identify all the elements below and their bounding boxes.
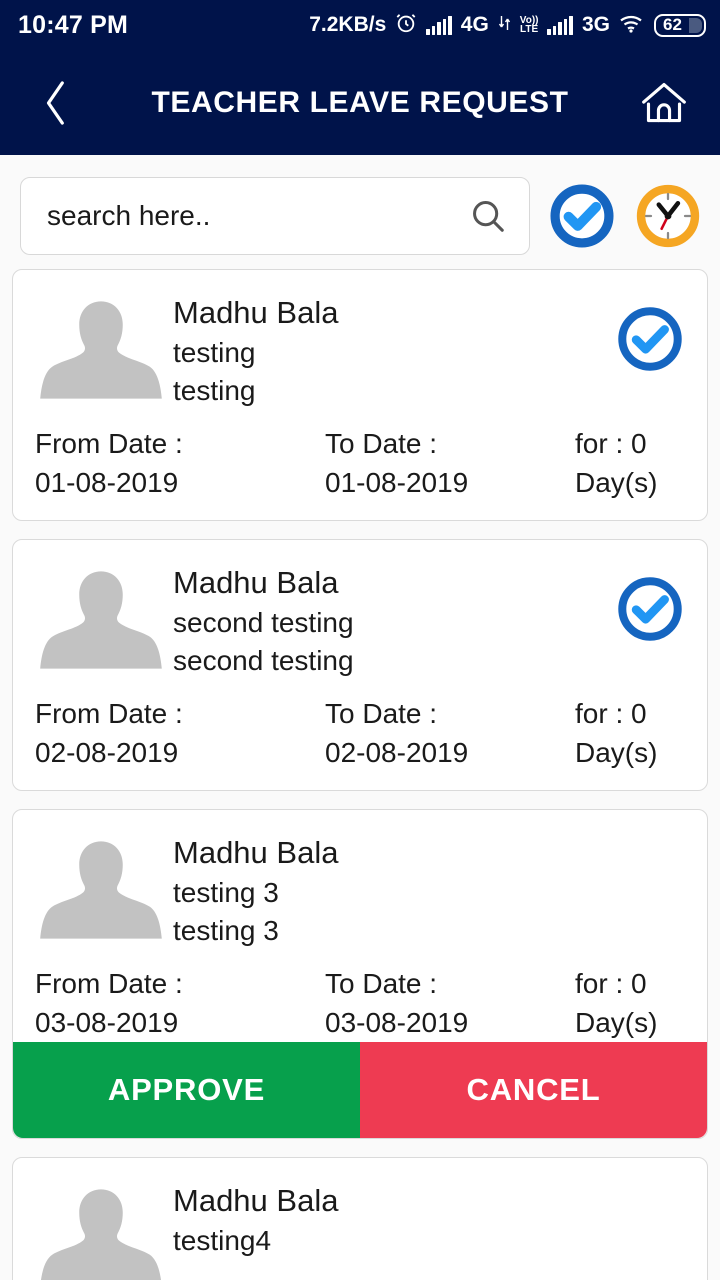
to-date-value: 03-08-2019 — [325, 1007, 469, 1038]
battery-fill — [689, 17, 702, 33]
to-date-label: To Date : — [325, 698, 438, 729]
back-button[interactable] — [26, 73, 86, 133]
duration-block: for : 0 Day(s) — [575, 424, 685, 502]
search-row — [0, 155, 720, 269]
card-dates: From Date : 02-08-2019 To Date : 02-08-2… — [35, 684, 685, 772]
app-bar: TEACHER LEAVE REQUEST — [0, 50, 720, 155]
request-reason: second testing — [173, 607, 354, 638]
duration-value: for : 0 — [575, 968, 647, 999]
approve-button[interactable]: APPROVE — [13, 1042, 360, 1138]
sim1-signal-bars-icon — [426, 15, 452, 35]
to-date-value: 02-08-2019 — [325, 737, 469, 768]
sim2-network-label: 3G — [581, 13, 610, 36]
card-info: Madhu Bala testing 3 testing 3 — [167, 820, 615, 950]
request-detail: testing — [173, 375, 256, 406]
page-title: TEACHER LEAVE REQUEST — [151, 85, 569, 119]
pending-filter-button[interactable] — [634, 182, 702, 250]
request-reason: testing4 — [173, 1225, 272, 1256]
from-date-value: 01-08-2019 — [35, 467, 179, 498]
to-date-label: To Date : — [325, 428, 438, 459]
home-button[interactable] — [634, 73, 694, 133]
request-name: Madhu Bala — [173, 295, 339, 330]
leave-request-card-2[interactable]: Madhu Bala second testing second testing… — [12, 539, 708, 791]
clock-center-dot — [664, 212, 672, 220]
volte-bottom-text: LTE — [520, 24, 539, 35]
request-detail: second testing — [173, 645, 354, 676]
from-date-block: From Date : 03-08-2019 — [35, 964, 325, 1042]
from-date-block: From Date : 01-08-2019 — [35, 424, 325, 502]
to-date-block: To Date : 03-08-2019 — [325, 964, 575, 1042]
person-placeholder-icon — [40, 841, 162, 939]
leave-request-card-3[interactable]: Madhu Bala testing 3 testing 3 From Date… — [12, 809, 708, 1139]
from-date-label: From Date : — [35, 428, 183, 459]
duration-unit: Day(s) — [575, 467, 658, 498]
from-date-value: 02-08-2019 — [35, 737, 179, 768]
request-name: Madhu Bala — [173, 1183, 339, 1218]
search-icon[interactable] — [469, 197, 507, 235]
duration-block: for : 0 Day(s) — [575, 964, 685, 1042]
duration-value: for : 0 — [575, 428, 647, 459]
request-reason: testing — [173, 337, 256, 368]
wifi-icon — [619, 13, 645, 38]
card-status-approved-icon[interactable] — [615, 304, 685, 374]
duration-value: for : 0 — [575, 698, 647, 729]
search-input[interactable] — [47, 200, 469, 232]
card-header: Madhu Bala testing 3 testing 3 — [35, 820, 685, 954]
card-dates: From Date : 03-08-2019 To Date : 03-08-2… — [35, 954, 685, 1042]
home-icon — [642, 82, 686, 122]
card-status-approved-icon[interactable] — [615, 574, 685, 644]
request-name: Madhu Bala — [173, 565, 339, 600]
request-reason: testing 3 — [173, 877, 279, 908]
leave-request-list: Madhu Bala testing testing From Date : 0… — [0, 269, 720, 1280]
back-chevron-icon — [46, 80, 64, 125]
card-header: Madhu Bala second testing second testing — [35, 550, 685, 684]
duration-block: for : 0 Day(s) — [575, 694, 685, 772]
request-name: Madhu Bala — [173, 835, 339, 870]
status-bar: 10:47 PM 7.2KB/s 4G Vo)) LTE 3G 62 — [0, 0, 720, 50]
to-date-value: 01-08-2019 — [325, 467, 469, 498]
card-header: Madhu Bala testing4 — [35, 1168, 685, 1280]
from-date-block: From Date : 02-08-2019 — [35, 694, 325, 772]
status-bar-icons: 7.2KB/s 4G Vo)) LTE 3G 62 — [309, 12, 706, 39]
card-dates: From Date : 01-08-2019 To Date : 01-08-2… — [35, 414, 685, 502]
card-info: Madhu Bala second testing second testing — [167, 550, 615, 680]
sim1-network-label: 4G — [460, 13, 489, 36]
battery-level-text: 62 — [663, 15, 682, 34]
from-date-label: From Date : — [35, 968, 183, 999]
to-date-block: To Date : 01-08-2019 — [325, 424, 575, 502]
duration-unit: Day(s) — [575, 1007, 658, 1038]
alarm-clock-icon — [395, 12, 417, 39]
person-placeholder-icon — [40, 1189, 162, 1280]
search-box[interactable] — [20, 177, 530, 255]
duration-unit: Day(s) — [575, 737, 658, 768]
approved-filter-button[interactable] — [548, 182, 616, 250]
from-date-value: 03-08-2019 — [35, 1007, 179, 1038]
to-date-block: To Date : 02-08-2019 — [325, 694, 575, 772]
person-placeholder-icon — [40, 301, 162, 399]
request-detail: testing 3 — [173, 915, 279, 946]
leave-request-card-4[interactable]: Madhu Bala testing4 — [12, 1157, 708, 1280]
network-speed-label: 7.2KB/s — [309, 13, 387, 36]
to-date-label: To Date : — [325, 968, 438, 999]
battery-indicator: 62 — [654, 13, 706, 37]
status-bar-clock: 10:47 PM — [18, 10, 128, 39]
card-info: Madhu Bala testing testing — [167, 280, 615, 410]
data-transfer-icon — [498, 15, 511, 36]
leave-request-card-1[interactable]: Madhu Bala testing testing From Date : 0… — [12, 269, 708, 521]
card-header: Madhu Bala testing testing — [35, 280, 685, 414]
volte-icon: Vo)) LTE — [520, 16, 539, 35]
person-placeholder-icon — [40, 571, 162, 669]
app-screen: 10:47 PM 7.2KB/s 4G Vo)) LTE 3G 62 TEACH… — [0, 0, 720, 1280]
card-info: Madhu Bala testing4 — [167, 1168, 615, 1260]
sim2-signal-bars-icon — [547, 15, 573, 35]
cancel-button[interactable]: CANCEL — [360, 1042, 707, 1138]
from-date-label: From Date : — [35, 698, 183, 729]
card-actions: APPROVE CANCEL — [13, 1042, 707, 1138]
